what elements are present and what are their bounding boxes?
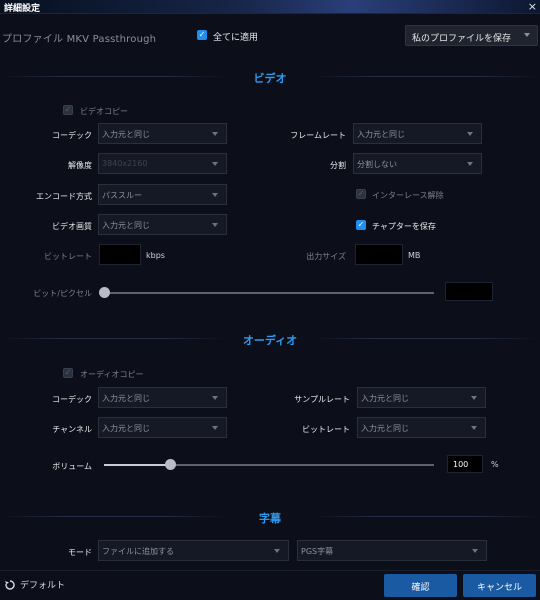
close-icon[interactable]: × — [528, 0, 537, 13]
volume-label: ボリューム — [52, 462, 92, 471]
channels-label: チャンネル — [52, 425, 92, 434]
section-divider — [0, 516, 228, 517]
subtitle-type-dropdown[interactable]: PGS字幕 — [297, 540, 487, 561]
video-bitrate-label: ビットレート — [44, 252, 92, 261]
channels-value: 入力元と同じ — [102, 424, 150, 433]
deinterlace-label: インターレース解除 — [372, 191, 444, 200]
chevron-down-icon — [212, 132, 218, 136]
cancel-button[interactable]: キャンセル — [463, 574, 536, 597]
video-bitrate-unit: kbps — [146, 251, 165, 260]
window-title: 詳細設定 — [4, 4, 41, 14]
volume-value: 100 — [453, 460, 469, 469]
reset-default-label: デフォルト — [20, 581, 66, 591]
title-bar — [0, 0, 540, 14]
subtitle-mode-value: ファイルに追加する — [102, 547, 174, 556]
video-bitrate-input[interactable] — [99, 244, 141, 265]
video-quality-value: 入力元と同じ — [102, 221, 150, 230]
video-section-title: ビデオ — [253, 72, 287, 85]
save-chapters-checkbox[interactable]: ✓ — [356, 220, 366, 230]
save-profile-dropdown[interactable]: 私のプロファイルを保存 — [405, 25, 538, 46]
subtitle-mode-dropdown[interactable]: ファイルに追加する — [98, 540, 289, 561]
section-divider — [312, 516, 540, 517]
chevron-down-icon — [212, 162, 218, 166]
output-size-unit: MB — [408, 251, 421, 260]
split-dropdown[interactable]: 分割しない — [353, 153, 482, 174]
section-divider — [312, 338, 540, 339]
bits-per-pixel-slider-thumb[interactable] — [99, 287, 110, 298]
save-chapters-label[interactable]: チャプターを保存 — [372, 221, 436, 232]
bits-per-pixel-label: ビット/ピクセル — [33, 289, 92, 298]
subtitles-section-title: 字幕 — [259, 512, 281, 525]
output-size-label: 出力サイズ — [306, 252, 346, 261]
reset-default-button[interactable]: デフォルト — [4, 578, 65, 591]
video-framerate-label: フレームレート — [290, 131, 346, 140]
section-divider — [0, 338, 228, 339]
audio-codec-dropdown[interactable]: 入力元と同じ — [98, 387, 227, 408]
resolution-value: 3840x2160 — [102, 159, 148, 168]
video-codec-label: コーデック — [52, 131, 92, 140]
profile-label: プロファイル MKV Passthrough — [2, 34, 157, 45]
audio-copy-checkbox[interactable]: ✓ — [63, 368, 73, 378]
video-quality-label: ビデオ画質 — [52, 222, 92, 231]
channels-dropdown[interactable]: 入力元と同じ — [98, 417, 227, 438]
chevron-down-icon — [274, 549, 280, 553]
reset-icon — [5, 579, 15, 590]
chevron-down-icon — [212, 396, 218, 400]
bits-per-pixel-input[interactable] — [445, 282, 493, 301]
audio-copy-label: オーディオコピー — [80, 370, 144, 379]
video-copy-label: ビデオコピー — [80, 107, 128, 116]
audio-bitrate-value: 入力元と同じ — [361, 424, 409, 433]
video-framerate-dropdown[interactable]: 入力元と同じ — [353, 123, 482, 144]
video-codec-value: 入力元と同じ — [102, 130, 150, 139]
video-framerate-value: 入力元と同じ — [357, 130, 405, 139]
audio-section-title: オーディオ — [242, 334, 298, 347]
split-label: 分割 — [330, 161, 346, 170]
video-quality-dropdown[interactable]: 入力元と同じ — [98, 214, 227, 235]
confirm-button[interactable]: 確認 — [384, 574, 457, 597]
sample-rate-value: 入力元と同じ — [361, 394, 409, 403]
apply-all-label[interactable]: 全てに適用 — [213, 30, 258, 43]
audio-codec-label: コーデック — [52, 395, 92, 404]
bits-per-pixel-slider[interactable] — [104, 292, 434, 294]
audio-bitrate-label: ビットレート — [302, 425, 350, 434]
chevron-down-icon — [212, 223, 218, 227]
chevron-down-icon — [471, 426, 477, 430]
section-divider — [0, 76, 228, 77]
split-value: 分割しない — [357, 160, 397, 169]
encode-method-label: エンコード方式 — [36, 192, 92, 201]
subtitle-mode-label: モード — [68, 548, 92, 557]
chevron-down-icon — [524, 33, 530, 37]
audio-codec-value: 入力元と同じ — [102, 394, 150, 403]
chevron-down-icon — [471, 396, 477, 400]
apply-all-checkbox[interactable]: ✓ — [197, 30, 207, 40]
sample-rate-label: サンプルレート — [294, 395, 350, 404]
section-divider — [312, 76, 540, 77]
save-profile-label: 私のプロファイルを保存 — [412, 34, 512, 44]
audio-bitrate-dropdown[interactable]: 入力元と同じ — [357, 417, 486, 438]
encode-method-value: パススルー — [102, 191, 142, 200]
video-copy-checkbox[interactable]: ✓ — [63, 105, 73, 115]
volume-slider-fill — [104, 464, 170, 466]
video-codec-dropdown[interactable]: 入力元と同じ — [98, 123, 227, 144]
footer-divider — [0, 570, 540, 571]
chevron-down-icon — [472, 549, 478, 553]
chevron-down-icon — [467, 132, 473, 136]
resolution-dropdown[interactable]: 3840x2160 — [98, 153, 227, 174]
sample-rate-dropdown[interactable]: 入力元と同じ — [357, 387, 486, 408]
encode-method-dropdown[interactable]: パススルー — [98, 184, 227, 205]
output-size-input[interactable] — [355, 244, 403, 265]
subtitle-type-value: PGS字幕 — [301, 547, 334, 556]
chevron-down-icon — [467, 162, 473, 166]
deinterlace-checkbox[interactable]: ✓ — [356, 189, 366, 199]
chevron-down-icon — [212, 193, 218, 197]
resolution-label: 解像度 — [68, 161, 92, 170]
volume-unit: % — [491, 460, 499, 469]
volume-input[interactable]: 100 — [447, 455, 483, 473]
chevron-down-icon — [212, 426, 218, 430]
volume-slider-thumb[interactable] — [165, 459, 176, 470]
